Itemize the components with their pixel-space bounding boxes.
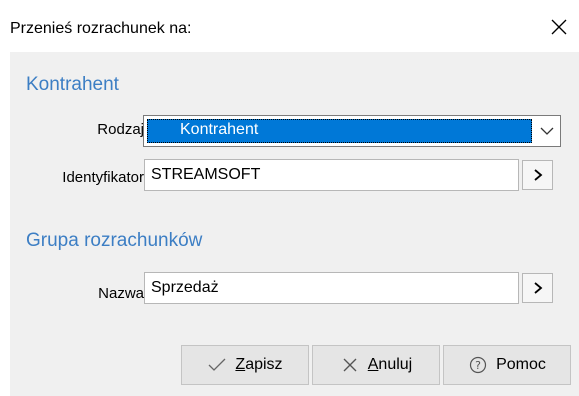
section-header-kontrahent: Kontrahent <box>26 74 119 95</box>
title-bar: Przenieś rozrachunek na: <box>0 0 579 52</box>
identyfikator-field[interactable]: STREAMSOFT <box>144 159 519 191</box>
rodzaj-label: Rodzaj <box>97 121 144 138</box>
nazwa-field[interactable]: Sprzedaż <box>144 272 519 304</box>
move-settlement-dialog: Przenieś rozrachunek na: Kontrahent Rodz… <box>0 0 579 396</box>
identyfikator-select-button[interactable] <box>522 160 553 190</box>
close-icon <box>551 19 567 35</box>
dialog-title: Przenieś rozrachunek na: <box>10 20 192 37</box>
chevron-right-icon <box>533 169 542 181</box>
identyfikator-label: Identyfikator <box>62 169 144 186</box>
question-circle-icon: ? <box>468 355 488 375</box>
nazwa-select-button[interactable] <box>522 273 553 303</box>
cancel-button-label: Anuluj <box>367 356 413 373</box>
rodzaj-combobox[interactable]: Kontrahent <box>143 115 561 147</box>
nazwa-label: Nazwa <box>98 285 144 302</box>
section-header-grupa: Grupa rozrachunków <box>26 230 203 251</box>
help-button[interactable]: ? Pomoc <box>443 345 571 385</box>
chevron-down-icon <box>540 127 554 135</box>
rodzaj-selected-value: Kontrahent <box>147 119 532 143</box>
save-button[interactable]: Zapisz <box>181 345 309 385</box>
help-button-label: Pomoc <box>496 356 546 373</box>
cancel-button[interactable]: Anuluj <box>312 345 440 385</box>
close-button[interactable] <box>543 10 575 44</box>
checkmark-icon <box>207 355 227 375</box>
chevron-right-icon <box>533 282 542 294</box>
svg-text:?: ? <box>475 359 481 372</box>
save-button-label: Zapisz <box>235 356 283 373</box>
x-icon <box>340 355 360 375</box>
